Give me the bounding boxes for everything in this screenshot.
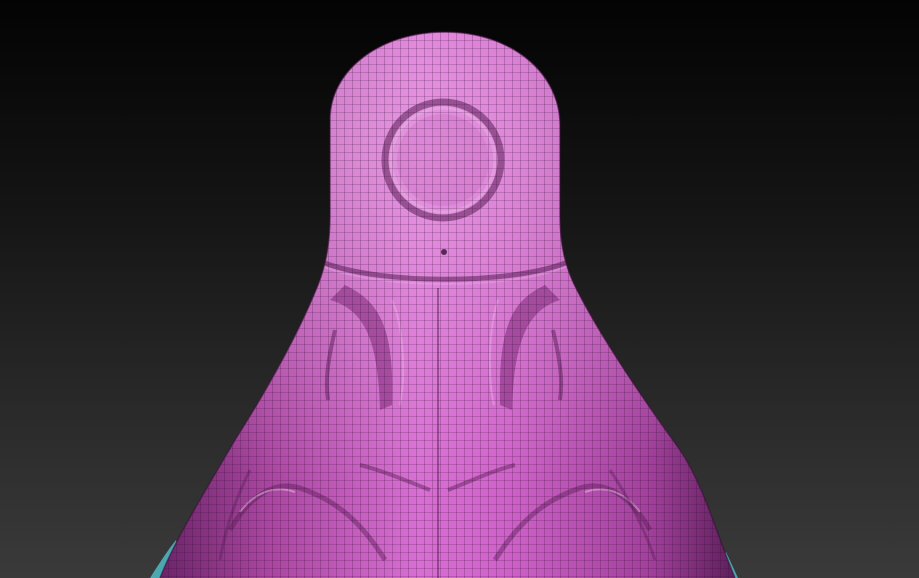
3d-viewport[interactable]: [0, 0, 919, 578]
sculpted-model[interactable]: [0, 0, 919, 578]
viewport-canvas[interactable]: [0, 0, 919, 578]
polyframe-grid: [160, 32, 735, 578]
